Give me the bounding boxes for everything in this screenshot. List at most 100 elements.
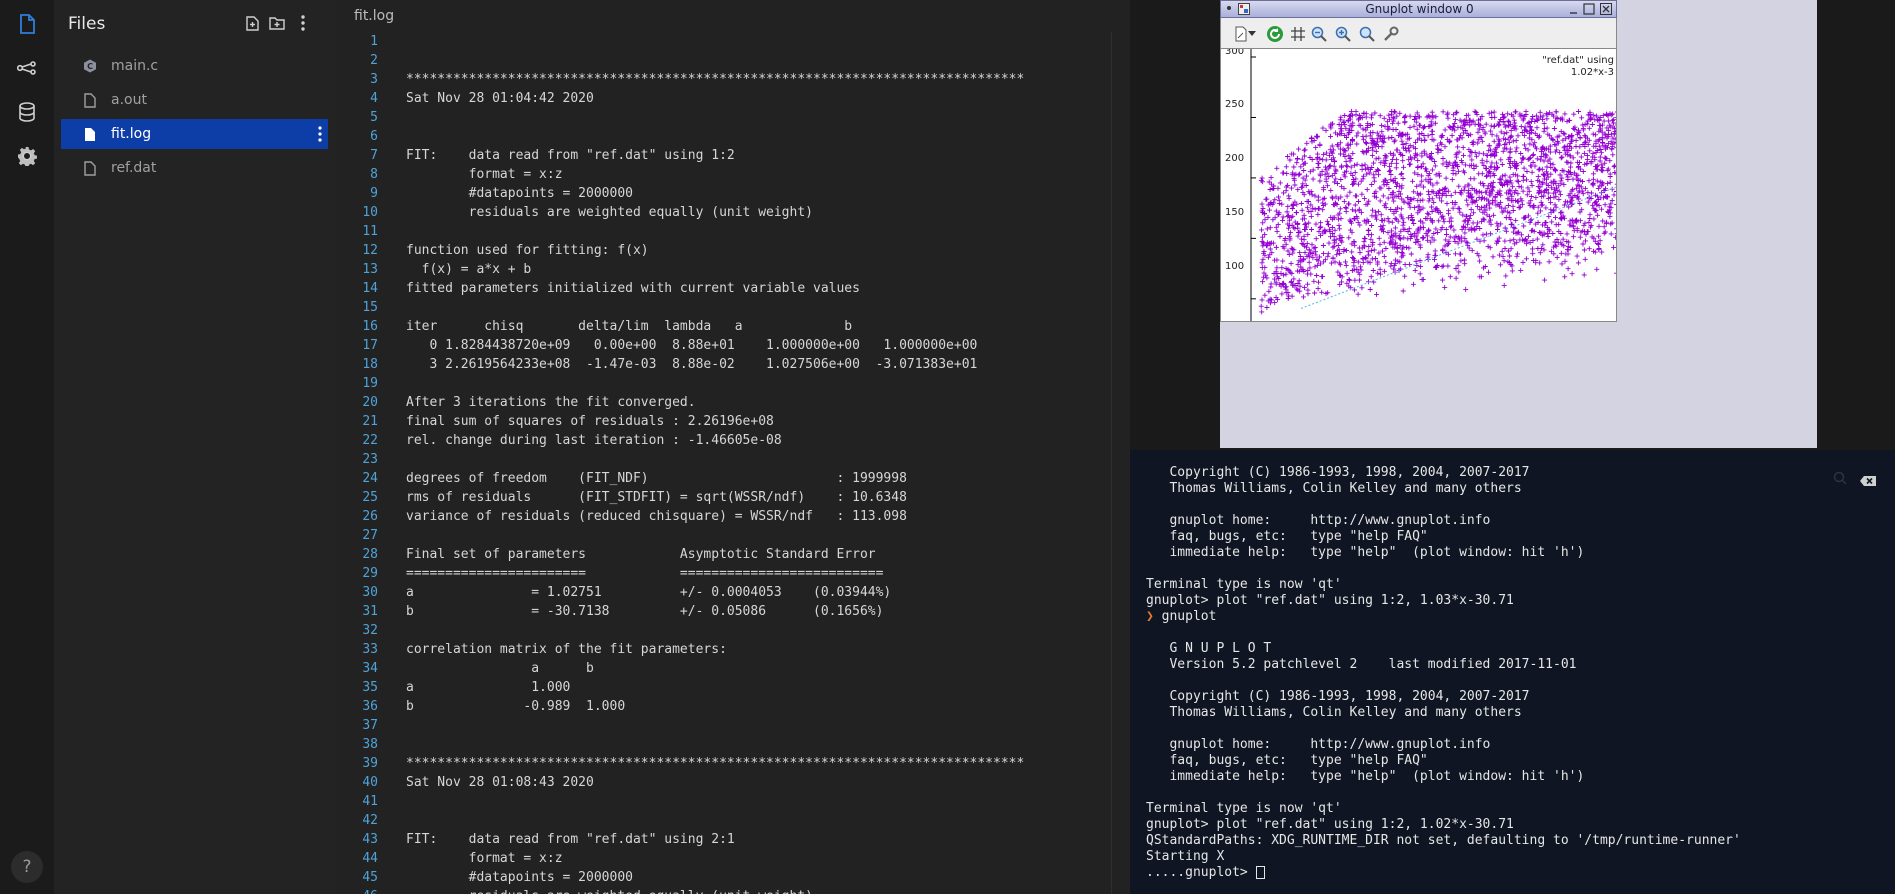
line-number: 45 <box>362 870 378 885</box>
code-line[interactable]: 16 iter chisq delta/lim lambda a b <box>336 317 1130 336</box>
code-line[interactable]: 21 final sum of squares of residuals : 2.… <box>336 412 1130 431</box>
code-line[interactable]: 32 <box>336 621 1130 640</box>
code-line[interactable]: 42 <box>336 811 1130 830</box>
database-icon[interactable] <box>14 99 40 125</box>
new-folder-icon[interactable] <box>268 14 286 32</box>
code-line[interactable]: 28 Final set of parameters Asymptotic Sta… <box>336 545 1130 564</box>
code-line[interactable]: 3 ***************************************… <box>336 70 1130 89</box>
line-text: variance of residuals (reduced chisquare… <box>406 509 907 524</box>
code-line[interactable]: 18 3 2.2619564233e+08 -1.47e-03 8.88e-02… <box>336 355 1130 374</box>
maximize-icon[interactable] <box>1583 3 1595 15</box>
line-number: 8 <box>370 167 378 182</box>
code-line[interactable]: 30 a = 1.02751 +/- 0.0004053 (0.03944%) <box>336 583 1130 602</box>
terminal[interactable]: Copyright (C) 1986-1993, 1998, 2004, 200… <box>1130 450 1895 894</box>
replot-icon[interactable] <box>1265 24 1285 44</box>
code-line[interactable]: 9 #datapoints = 2000000 <box>336 184 1130 203</box>
grid-icon[interactable] <box>1288 24 1308 44</box>
code-line[interactable]: 19 <box>336 374 1130 393</box>
line-text: format = x:z <box>406 167 563 182</box>
line-text <box>378 127 406 146</box>
code-line[interactable]: 24 degrees of freedom (FIT_NDF) : 1999998 <box>336 469 1130 488</box>
file-menu-icon[interactable] <box>318 126 322 146</box>
code-line[interactable]: 20 After 3 iterations the fit converged. <box>336 393 1130 412</box>
code-line[interactable]: 17 0 1.8284438720e+09 0.00e+00 8.88e+01 … <box>336 336 1130 355</box>
minimize-icon[interactable] <box>1568 4 1579 15</box>
code-area[interactable]: 1 2 3 *************************************… <box>336 32 1130 894</box>
code-line[interactable]: 6 <box>336 127 1130 146</box>
code-line[interactable]: 12 function used for fitting: f(x) <box>336 241 1130 260</box>
code-line[interactable]: 23 <box>336 450 1130 469</box>
zoom-out-icon[interactable] <box>1309 24 1329 44</box>
code-line[interactable]: 2 <box>336 51 1130 70</box>
code-line[interactable]: 11 <box>336 222 1130 241</box>
gnuplot-titlebar[interactable]: Gnuplot window 0 <box>1220 0 1617 18</box>
help-button[interactable]: ? <box>11 851 43 883</box>
y-tick-label: 200 <box>1225 153 1245 164</box>
code-line[interactable]: 14 fitted parameters initialized with cur… <box>336 279 1130 298</box>
line-number: 14 <box>362 281 378 296</box>
file-icon <box>83 92 97 108</box>
new-file-icon[interactable] <box>243 14 261 32</box>
code-line[interactable]: 37 <box>336 716 1130 735</box>
editor-tab-title[interactable]: fit.log <box>354 8 394 24</box>
dropdown-icon[interactable] <box>1247 24 1257 44</box>
line-text <box>378 51 406 70</box>
code-line[interactable]: 41 <box>336 792 1130 811</box>
code-line[interactable]: 4 Sat Nov 28 01:04:42 2020 <box>336 89 1130 108</box>
line-text: format = x:z <box>406 851 563 866</box>
code-line[interactable]: 40 Sat Nov 28 01:08:43 2020 <box>336 773 1130 792</box>
gear-icon[interactable] <box>14 143 40 169</box>
editor-divider[interactable] <box>1111 32 1112 894</box>
code-line[interactable]: 35 a 1.000 <box>336 678 1130 697</box>
files-icon[interactable] <box>14 11 40 37</box>
share-icon[interactable] <box>14 55 40 81</box>
code-line[interactable]: 1 <box>336 32 1130 51</box>
code-line[interactable]: 38 <box>336 735 1130 754</box>
editor-pane[interactable]: fit.log 1 2 3 *****************************… <box>336 0 1130 894</box>
code-line[interactable]: 45 #datapoints = 2000000 <box>336 868 1130 887</box>
code-line[interactable]: 39 **************************************… <box>336 754 1130 773</box>
clear-terminal-icon[interactable] <box>1859 472 1877 491</box>
code-line[interactable]: 26 variance of residuals (reduced chisqua… <box>336 507 1130 526</box>
file-item-main-c[interactable]: C main.c <box>61 51 328 81</box>
code-line[interactable]: 27 <box>336 526 1130 545</box>
file-item-fit-log[interactable]: fit.log <box>61 119 328 149</box>
code-line[interactable]: 15 <box>336 298 1130 317</box>
terminal-line: faq, bugs, etc: type "help FAQ" <box>1146 529 1428 544</box>
line-text: degrees of freedom (FIT_NDF) : 1999998 <box>406 471 907 486</box>
code-line[interactable]: 13 f(x) = a*x + b <box>336 260 1130 279</box>
code-line[interactable]: 7 FIT: data read from "ref.dat" using 1:2 <box>336 146 1130 165</box>
search-icon[interactable] <box>1833 470 1847 489</box>
gnuplot-plot-area[interactable]: 300 250 200 150 100 "ref.dat" using 1.02… <box>1220 48 1617 322</box>
terminal-output[interactable]: Copyright (C) 1986-1993, 1998, 2004, 200… <box>1130 465 1895 881</box>
code-line[interactable]: 31 b = -30.7138 +/- 0.05086 (0.1656%) <box>336 602 1130 621</box>
line-text <box>378 716 406 735</box>
line-text: b = -30.7138 +/- 0.05086 (0.1656%) <box>406 604 884 619</box>
code-line[interactable]: 22 rel. change during last iteration : -1… <box>336 431 1130 450</box>
legend-entry-data: "ref.dat" using <box>1542 55 1614 66</box>
close-icon[interactable] <box>1600 3 1612 15</box>
code-line[interactable]: 34 a b <box>336 659 1130 678</box>
code-line[interactable]: 5 <box>336 108 1130 127</box>
gnuplot-window[interactable]: Gnuplot window 0 300 250 200 150 100 "re… <box>1220 0 1817 448</box>
code-line[interactable]: 10 residuals are weighted equally (unit … <box>336 203 1130 222</box>
code-line[interactable]: 33 correlation matrix of the fit paramete… <box>336 640 1130 659</box>
file-item-a-out[interactable]: a.out <box>61 85 328 115</box>
code-line[interactable]: 29 ======================= ==============… <box>336 564 1130 583</box>
code-line[interactable]: 44 format = x:z <box>336 849 1130 868</box>
zoom-fit-icon[interactable] <box>1357 24 1377 44</box>
terminal-cursor[interactable] <box>1255 866 1265 879</box>
line-text <box>378 450 406 469</box>
code-line[interactable]: 36 b -0.989 1.000 <box>336 697 1130 716</box>
code-line[interactable]: 43 FIT: data read from "ref.dat" using 2:… <box>336 830 1130 849</box>
settings-icon[interactable] <box>1381 24 1401 44</box>
line-number: 36 <box>362 699 378 714</box>
line-text <box>378 735 406 754</box>
code-line[interactable]: 46 residuals are weighted equally (unit … <box>336 887 1130 894</box>
zoom-in-icon[interactable] <box>1333 24 1353 44</box>
file-item-ref-dat[interactable]: ref.dat <box>61 153 328 183</box>
more-options-icon[interactable] <box>294 14 312 32</box>
code-line[interactable]: 25 rms of residuals (FIT_STDFIT) = sqrt(W… <box>336 488 1130 507</box>
code-line[interactable]: 8 format = x:z <box>336 165 1130 184</box>
